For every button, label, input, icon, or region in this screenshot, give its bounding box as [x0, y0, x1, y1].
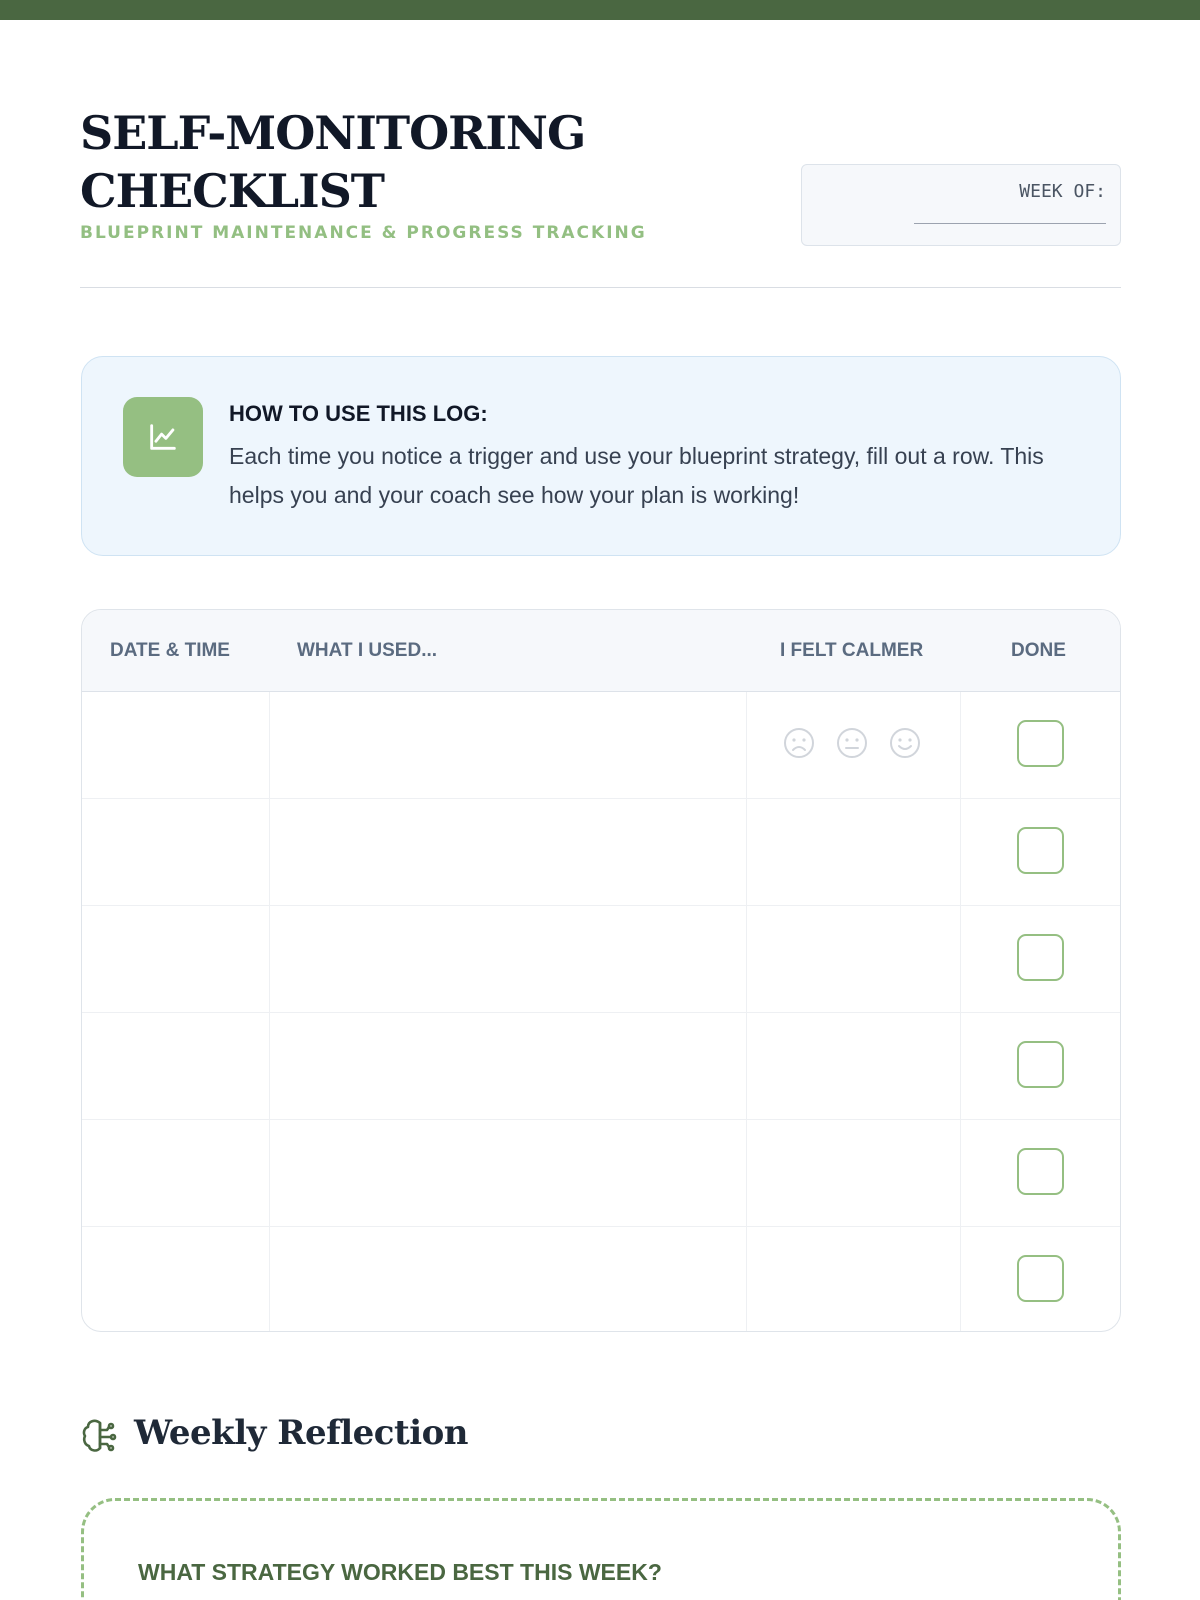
- done-checkbox[interactable]: [1017, 827, 1064, 874]
- table-row: [82, 692, 1120, 799]
- page-subtitle: BLUEPRINT MAINTENANCE & PROGRESS TRACKIN…: [80, 223, 647, 243]
- week-of-underline[interactable]: [914, 223, 1106, 224]
- instructions-panel: HOW TO USE THIS LOG: Each time you notic…: [81, 356, 1121, 556]
- instructions-text: Each time you notice a trigger and use y…: [229, 443, 1044, 508]
- calm-rating: [783, 727, 933, 763]
- column-header-what-i-used: WHAT I USED...: [297, 640, 438, 661]
- table-header: DATE & TIME WHAT I USED... I FELT CALMER…: [82, 610, 1120, 692]
- monitoring-log-table: DATE & TIME WHAT I USED... I FELT CALMER…: [81, 609, 1121, 1332]
- column-header-done: DONE: [1011, 640, 1066, 661]
- week-of-field[interactable]: WEEK OF:: [801, 164, 1121, 246]
- instructions-title: HOW TO USE THIS LOG:: [229, 401, 488, 426]
- brain-icon: [82, 1419, 117, 1452]
- column-header-i-felt-calmer: I FELT CALMER: [780, 640, 924, 661]
- done-checkbox[interactable]: [1017, 1041, 1064, 1088]
- table-row: [82, 1120, 1120, 1227]
- weekly-reflection-panel: WHAT STRATEGY WORKED BEST THIS WEEK?: [81, 1498, 1121, 1600]
- top-accent-bar: [0, 0, 1200, 20]
- done-checkbox[interactable]: [1017, 720, 1064, 767]
- table-row: [82, 906, 1120, 1013]
- reflection-question: WHAT STRATEGY WORKED BEST THIS WEEK?: [138, 1559, 662, 1585]
- table-row: [82, 1013, 1120, 1120]
- table-row: [82, 799, 1120, 906]
- page-title: SELF-MONITORING CHECKLIST: [80, 106, 586, 218]
- weekly-reflection-title: Weekly Reflection: [134, 1413, 469, 1453]
- header-divider: [80, 287, 1121, 288]
- sad-face-icon[interactable]: [783, 727, 815, 759]
- done-checkbox[interactable]: [1017, 1148, 1064, 1195]
- chart-line-icon: [123, 397, 203, 477]
- neutral-face-icon[interactable]: [836, 727, 868, 759]
- done-checkbox[interactable]: [1017, 934, 1064, 981]
- week-of-label: WEEK OF:: [1019, 181, 1106, 202]
- happy-face-icon[interactable]: [889, 727, 921, 759]
- table-row: [82, 1227, 1120, 1331]
- column-header-date-time: DATE & TIME: [110, 640, 230, 661]
- done-checkbox[interactable]: [1017, 1255, 1064, 1302]
